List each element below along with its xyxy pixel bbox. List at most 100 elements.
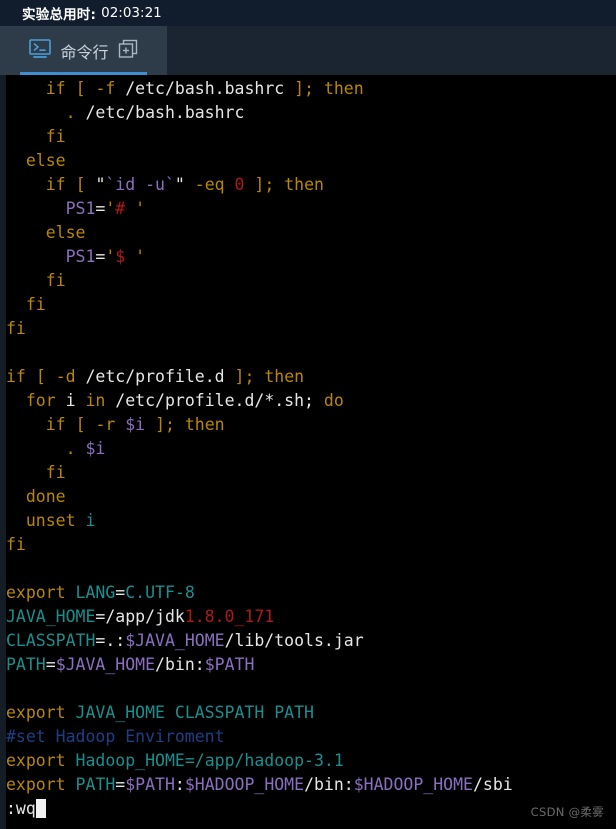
code-token: fi <box>25 295 46 314</box>
duplicate-add-icon[interactable] <box>118 39 138 63</box>
vi-command-text: :wq <box>6 799 36 818</box>
code-token: in <box>85 391 106 410</box>
code-token: /bin: <box>304 775 354 794</box>
timer-label: 实验总用时: <box>22 7 97 23</box>
code-token: . <box>65 439 76 458</box>
code-token: i <box>55 391 86 410</box>
code-token: fi <box>45 463 66 482</box>
code-token: then <box>264 367 305 386</box>
code-line: if [ -r $i ]; then <box>6 413 616 437</box>
code-token: [ <box>75 415 86 434</box>
code-line: if [ -d /etc/profile.d ]; then <box>6 365 616 389</box>
code-token: if <box>6 367 26 386</box>
code-token: CLASSPATH <box>6 631 96 650</box>
code-line: unset i <box>6 509 616 533</box>
code-token: PATH <box>6 655 46 674</box>
code-token: $JAVA_HOME <box>125 631 225 650</box>
text-cursor <box>35 799 46 818</box>
code-line: CLASSPATH=.:$JAVA_HOME/lib/tools.jar <box>6 629 616 653</box>
experiment-timer-bar: 实验总用时: 02:03:21 <box>0 0 616 26</box>
code-line: fi <box>6 125 616 149</box>
code-token: 0 <box>234 175 245 194</box>
code-token: if <box>45 175 66 194</box>
code-line: done <box>6 485 616 509</box>
code-token: if <box>45 415 66 434</box>
code-token: ]; <box>155 415 175 434</box>
code-token: [ <box>75 79 86 98</box>
code-token: then <box>184 415 225 434</box>
code-token: if <box>45 79 66 98</box>
code-token: else <box>25 151 66 170</box>
code-token: . <box>65 103 76 122</box>
code-token: ]; <box>294 79 314 98</box>
code-token: " <box>95 175 106 194</box>
code-token: do <box>323 391 344 410</box>
tab-command-line[interactable]: 命令行 <box>0 26 167 75</box>
code-token: $i <box>125 415 146 434</box>
code-token: /lib/tools.jar <box>224 631 364 650</box>
code-line: fi <box>6 293 616 317</box>
code-token: `id -u` <box>105 175 175 194</box>
code-line: if [ -f /etc/bash.bashrc ]; then <box>6 77 616 101</box>
code-line: else <box>6 221 616 245</box>
code-line: else <box>6 149 616 173</box>
code-token: ' <box>105 247 116 266</box>
code-token: /etc/bash.bashrc <box>115 79 295 98</box>
code-line: export PATH=$PATH:$HADOOP_HOME/bin:$HADO… <box>6 773 616 797</box>
code-token: $ <box>115 247 126 266</box>
code-token: fi <box>45 271 66 290</box>
code-line: if [ "`id -u`" -eq 0 ]; then <box>6 173 616 197</box>
code-token: = <box>95 199 106 218</box>
code-token: ]; <box>254 175 275 194</box>
code-token: = <box>184 751 195 770</box>
csdn-watermark: CSDN @柔雾 <box>530 805 604 819</box>
code-token: fi <box>6 535 26 554</box>
tab-label: 命令行 <box>60 42 109 62</box>
code-token: /app/hadoop-3.1 <box>194 751 344 770</box>
code-token: " <box>174 175 185 194</box>
code-token: -f <box>95 79 116 98</box>
terminal-pane[interactable]: if [ -f /etc/bash.bashrc ]; then . /etc/… <box>0 75 616 829</box>
code-token: fi <box>6 319 26 338</box>
code-line: JAVA_HOME=/app/jdk1.8.0_171 <box>6 605 616 629</box>
code-token: unset <box>25 511 76 530</box>
code-token: $HADOOP_HOME <box>184 775 305 794</box>
code-line: for i in /etc/profile.d/*.sh; do <box>6 389 616 413</box>
vi-status-line: :wq <box>6 797 616 821</box>
code-token: Hadoop_HOME <box>75 751 185 770</box>
terminal-code-area[interactable]: if [ -f /etc/bash.bashrc ]; then . /etc/… <box>6 75 616 829</box>
code-token: ]; <box>234 367 255 386</box>
code-token: ' <box>105 199 116 218</box>
code-token: $PATH <box>204 655 255 674</box>
code-token: export <box>6 583 66 602</box>
code-token: = <box>45 655 56 674</box>
code-token: = <box>115 583 126 602</box>
code-line: export JAVA_HOME CLASSPATH PATH <box>6 701 616 725</box>
code-token: 1.8.0_171 <box>184 607 275 626</box>
